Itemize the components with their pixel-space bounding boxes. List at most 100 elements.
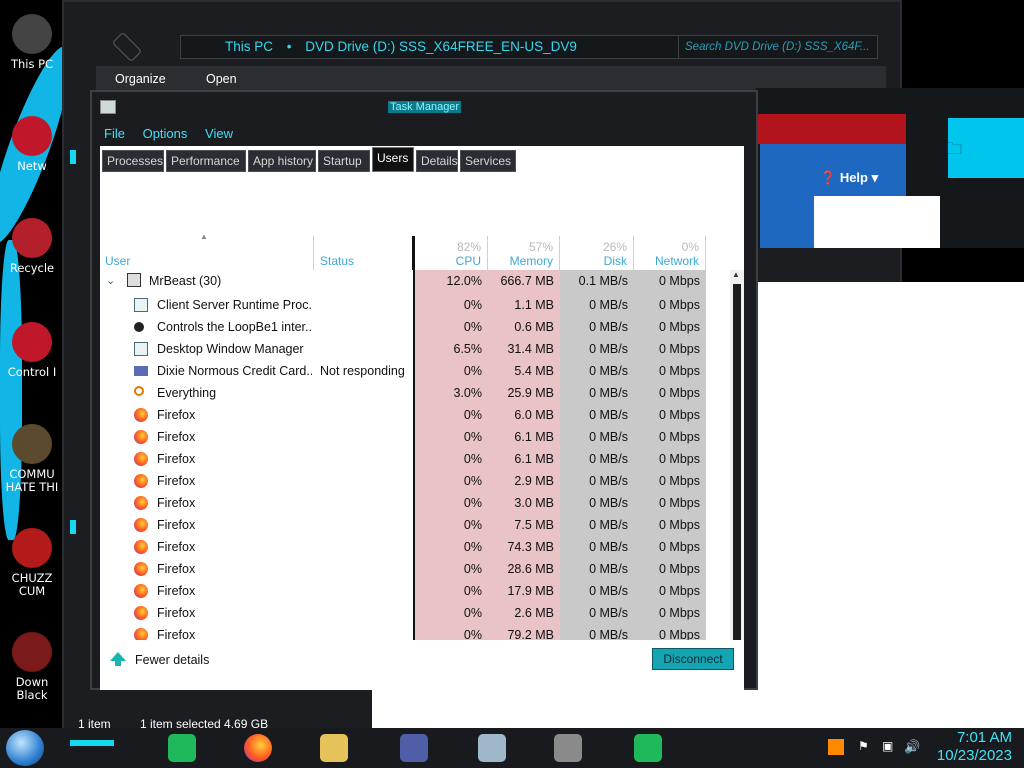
volume-icon[interactable]: 🔊 bbox=[904, 739, 920, 755]
menu-bar: File Options View bbox=[104, 126, 247, 141]
process-disk: 0 MB/s bbox=[589, 474, 628, 488]
desktop-icon[interactable]: This PC bbox=[0, 14, 64, 71]
user-row[interactable]: ⌄ MrBeast (30) 12.0% 666.7 MB 0.1 MB/s 0 Mbps bbox=[100, 270, 706, 292]
process-row[interactable]: Firefox 0% 3.0 MB 0 MB/s 0 Mbps bbox=[100, 492, 706, 514]
desktop-icon-glyph-icon bbox=[12, 528, 52, 568]
process-row[interactable]: Firefox 0% 2.9 MB 0 MB/s 0 Mbps bbox=[100, 470, 706, 492]
open-button[interactable]: Open bbox=[206, 72, 237, 86]
frame-accent bbox=[70, 520, 76, 534]
process-name: Firefox bbox=[157, 606, 196, 620]
scroll-up-icon[interactable]: ▲ bbox=[732, 270, 740, 279]
process-row[interactable]: Controls the LoopBe1 inter... 0% 0.6 MB 0 M… bbox=[100, 316, 706, 338]
desktop-icon[interactable]: COMMU HATE THI bbox=[0, 424, 64, 494]
task-manager-window: Task Manager File Options View ▲ User St… bbox=[90, 90, 758, 690]
menu-view[interactable]: View bbox=[205, 126, 233, 141]
process-status bbox=[320, 602, 412, 624]
flag-icon[interactable]: ⚑ bbox=[858, 739, 874, 755]
process-status: Not responding bbox=[320, 364, 405, 378]
process-memory: 3.0 MB bbox=[514, 496, 554, 510]
explorer-logo-icon bbox=[111, 31, 143, 63]
column-user[interactable]: User bbox=[100, 236, 314, 270]
process-network: 0 Mbps bbox=[659, 342, 700, 356]
help-menu[interactable]: ❓ Help ▾ bbox=[820, 170, 878, 186]
organize-button[interactable]: Organize bbox=[115, 72, 166, 86]
address-crumb-thispc[interactable]: This PC bbox=[225, 39, 273, 54]
process-row[interactable]: Firefox 0% 7.5 MB 0 MB/s 0 Mbps bbox=[100, 514, 706, 536]
firefox-icon bbox=[134, 430, 148, 444]
column-cpu[interactable]: 82% CPU bbox=[414, 236, 488, 270]
process-row[interactable]: Firefox 0% 6.0 MB 0 MB/s 0 Mbps bbox=[100, 404, 706, 426]
tab-details[interactable]: Details bbox=[416, 150, 458, 172]
frame-accent bbox=[70, 150, 76, 164]
address-crumb-dvd[interactable]: DVD Drive (D:) SSS_X64FREE_EN-US_DV9 bbox=[305, 39, 577, 54]
tab-app-history[interactable]: App history bbox=[248, 150, 316, 172]
notes-app-icon[interactable] bbox=[160, 731, 204, 765]
tab-startup[interactable]: Startup bbox=[318, 150, 370, 172]
system-clock[interactable]: 7:01 AM 10/23/2023 bbox=[937, 729, 1012, 765]
process-cpu: 0% bbox=[463, 496, 482, 510]
firewall-icon[interactable] bbox=[546, 731, 590, 765]
process-row[interactable]: Client Server Runtime Proc... 0% 1.1 MB 0 M… bbox=[100, 294, 706, 316]
card-app-icon[interactable] bbox=[392, 731, 436, 765]
firefox-icon bbox=[134, 584, 148, 598]
vertical-scrollbar[interactable]: ▲ ▼ bbox=[730, 270, 744, 686]
process-row[interactable]: Everything 3.0% 25.9 MB 0 MB/s 0 Mbps bbox=[100, 382, 706, 404]
fewer-details-link[interactable]: Fewer details bbox=[135, 653, 209, 667]
desktop-icon[interactable]: CHUZZ CUM bbox=[0, 528, 64, 598]
process-row[interactable]: Firefox 0% 6.1 MB 0 MB/s 0 Mbps bbox=[100, 448, 706, 470]
firefox-icon[interactable] bbox=[236, 731, 280, 765]
column-user-label: User bbox=[105, 254, 131, 268]
search-input[interactable]: Search DVD Drive (D:) SSS_X64F... bbox=[678, 35, 878, 59]
address-bar[interactable]: This PC • DVD Drive (D:) SSS_X64FREE_EN-… bbox=[180, 35, 728, 59]
process-row[interactable]: Dixie Normous Credit Card... Not respondi… bbox=[100, 360, 706, 382]
start-button[interactable] bbox=[6, 730, 44, 766]
desktop-icon[interactable]: Netw bbox=[0, 116, 64, 173]
process-network: 0 Mbps bbox=[659, 518, 700, 532]
process-name: Firefox bbox=[157, 474, 196, 488]
process-status bbox=[320, 536, 412, 558]
desktop-icon[interactable]: Down Black bbox=[0, 632, 64, 702]
firefox-icon bbox=[134, 518, 148, 532]
file-explorer-glyph-icon bbox=[320, 734, 348, 762]
expand-chevron-icon[interactable]: ⌄ bbox=[106, 274, 115, 287]
process-row[interactable]: Firefox 0% 17.9 MB 0 MB/s 0 Mbps bbox=[100, 580, 706, 602]
process-status bbox=[320, 558, 412, 580]
desktop-icon-glyph-icon bbox=[12, 632, 52, 672]
process-cpu: 3.0% bbox=[453, 386, 483, 400]
column-disk[interactable]: 26% Disk bbox=[560, 236, 634, 270]
menu-file[interactable]: File bbox=[104, 126, 125, 141]
column-memory[interactable]: 57% Memory bbox=[488, 236, 560, 270]
desktop-icon[interactable]: Control I bbox=[0, 322, 64, 379]
scrollbar-thumb[interactable] bbox=[733, 284, 741, 644]
desktop-icon-glyph-icon bbox=[12, 424, 52, 464]
menu-options[interactable]: Options bbox=[143, 126, 188, 141]
disconnect-button[interactable]: Disconnect bbox=[652, 648, 734, 670]
tab-processes[interactable]: Processes bbox=[102, 150, 164, 172]
process-row[interactable]: Firefox 0% 6.1 MB 0 MB/s 0 Mbps bbox=[100, 426, 706, 448]
column-network[interactable]: 0% Network bbox=[634, 236, 706, 270]
process-disk: 0 MB/s bbox=[589, 452, 628, 466]
network-icon[interactable]: ▣ bbox=[882, 739, 898, 755]
process-disk: 0 MB/s bbox=[589, 540, 628, 554]
download-icon[interactable] bbox=[626, 731, 670, 765]
process-row[interactable]: Firefox 0% 28.6 MB 0 MB/s 0 Mbps bbox=[100, 558, 706, 580]
process-row[interactable]: Desktop Window Manager 6.5% 31.4 MB 0 MB/s 0… bbox=[100, 338, 706, 360]
folder-tile[interactable]: 🗀 bbox=[946, 118, 1024, 178]
process-disk: 0 MB/s bbox=[589, 408, 628, 422]
task-manager-icon[interactable] bbox=[470, 731, 514, 765]
tray-app-icon[interactable] bbox=[828, 739, 844, 755]
process-status bbox=[320, 492, 412, 514]
process-row[interactable]: Firefox 0% 2.6 MB 0 MB/s 0 Mbps bbox=[100, 602, 706, 624]
tab-users[interactable]: Users bbox=[372, 147, 414, 172]
column-header: ▲ User Status 82% CPU 57% Memory 26% Dis… bbox=[100, 232, 706, 270]
desktop-icon-label: Recycle bbox=[9, 261, 55, 275]
help-label: Help bbox=[839, 170, 868, 185]
desktop-icon[interactable]: Recycle bbox=[0, 218, 64, 275]
tab-performance[interactable]: Performance bbox=[166, 150, 246, 172]
column-status[interactable]: Status bbox=[314, 236, 414, 270]
process-row[interactable]: Firefox 0% 74.3 MB 0 MB/s 0 Mbps bbox=[100, 536, 706, 558]
file-explorer-icon[interactable] bbox=[312, 731, 356, 765]
memory-total-pct: 57% bbox=[528, 240, 553, 254]
tab-services[interactable]: Services bbox=[460, 150, 516, 172]
process-disk: 0 MB/s bbox=[589, 584, 628, 598]
